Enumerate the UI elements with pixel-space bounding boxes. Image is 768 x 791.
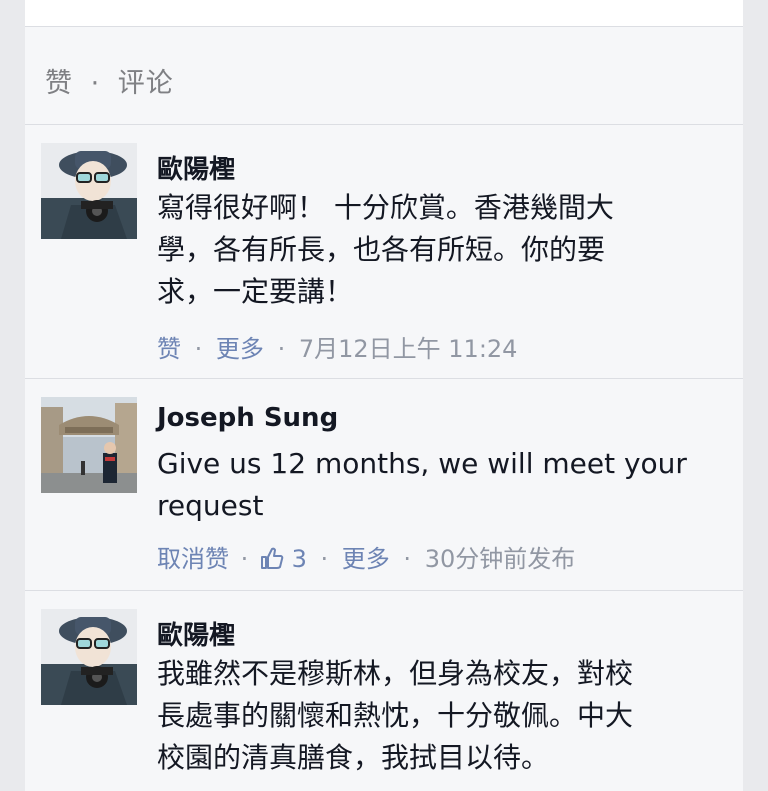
like-count[interactable]: 3 (292, 545, 307, 573)
separator: · (277, 335, 286, 363)
unlike-link[interactable]: 取消赞 (157, 545, 229, 573)
comment-meta: 取消赞 · 3 · 更多 · 30分钟前发布 (157, 539, 575, 575)
separator: · (240, 545, 249, 573)
comment-meta: 赞 · 更多 · 7月12日上午 11:24 (157, 329, 517, 364)
comment-line: Give us 12 months, we will meet your (157, 447, 687, 480)
comment-button[interactable]: 评论 (118, 68, 174, 99)
comment-author[interactable]: 歐陽檉 (157, 149, 235, 186)
post-bottom-edge (25, 0, 743, 27)
like-link[interactable]: 赞 (157, 335, 181, 363)
comment-line: 學，各有所長，也各有所短。你的要 (157, 233, 606, 266)
post-actions-bar: 赞 · 评论 (25, 27, 743, 125)
timestamp: 30分钟前发布 (424, 545, 576, 573)
comment-author[interactable]: Joseph Sung (157, 403, 338, 433)
more-link[interactable]: 更多 (216, 335, 264, 363)
comment-author[interactable]: 歐陽檉 (157, 615, 235, 652)
separator: · (403, 545, 412, 573)
comment-line: request (157, 489, 264, 522)
comment-line: 寫得很好啊！ 十分欣賞。香港幾間大 (157, 191, 614, 224)
comment-line: 求，一定要講！ (157, 275, 354, 308)
comment-text: 寫得很好啊！ 十分欣賞。香港幾間大 學，各有所長，也各有所短。你的要 求，一定要… (157, 187, 737, 313)
comment-line: 我雖然不是穆斯林，但身為校友，對校 (157, 657, 634, 690)
separator: · (320, 545, 329, 573)
avatar-bridge-photo-icon (41, 397, 137, 493)
thumbs-up-icon (260, 547, 284, 575)
avatar-hat-man-icon (41, 609, 137, 705)
comment-text: 我雖然不是穆斯林，但身為校友，對校 長處事的關懷和熱忱，十分敬佩。中大 校園的清… (157, 653, 737, 779)
comment-text: Give us 12 months, we will meet your req… (157, 443, 737, 527)
more-link[interactable]: 更多 (342, 545, 390, 573)
comment-item: Joseph Sung Give us 12 months, we will m… (25, 379, 743, 591)
avatar[interactable] (41, 609, 137, 705)
comment-line: 校園的清真膳食，我拭目以待。 (157, 741, 550, 774)
avatar-hat-man-icon (41, 143, 137, 239)
avatar[interactable] (41, 143, 137, 239)
separator: · (90, 68, 101, 99)
like-button[interactable]: 赞 (45, 68, 73, 99)
comment-item: 歐陽檉 寫得很好啊！ 十分欣賞。香港幾間大 學，各有所長，也各有所短。你的要 求… (25, 125, 743, 379)
comment-line: 長處事的關懷和熱忱，十分敬佩。中大 (157, 699, 634, 732)
comment-item: 歐陽檉 我雖然不是穆斯林，但身為校友，對校 長處事的關懷和熱忱，十分敬佩。中大 … (25, 591, 743, 791)
timestamp: 7月12日上午 11:24 (298, 335, 518, 363)
separator: · (194, 335, 203, 363)
avatar[interactable] (41, 397, 137, 493)
